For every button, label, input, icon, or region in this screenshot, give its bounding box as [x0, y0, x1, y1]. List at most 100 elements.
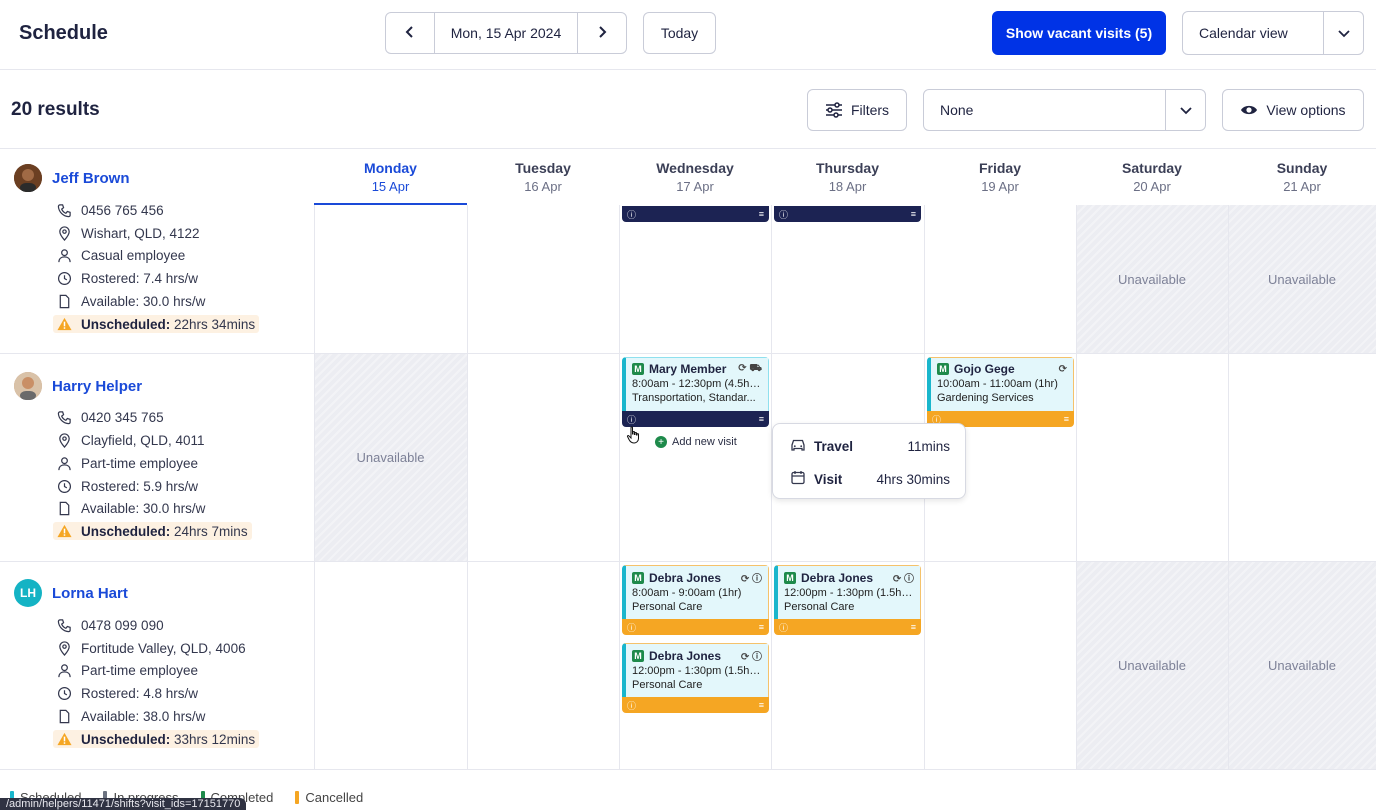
helper-row-jeff-brown: Jeff Brown 0456 765 456 Wishart, QLD, 41… [0, 149, 314, 353]
filters-button[interactable]: Filters [807, 89, 907, 131]
calendar-view-value: Calendar view [1199, 25, 1288, 41]
visit-service: Transportation, Standar... [632, 392, 756, 404]
warning-icon [56, 523, 72, 539]
unavailable-cell: Unavailable [1228, 561, 1376, 769]
warning-icon [56, 316, 72, 332]
visit-time: 10:00am - 11:00am (1hr) [937, 378, 1058, 390]
member-badge: M [784, 571, 796, 584]
phone-row: 0456 765 456 [56, 202, 164, 218]
day-name: Friday [978, 160, 1021, 176]
visit-time: 12:00pm - 1:30pm (1.5hrs) [784, 587, 914, 599]
day-name: Saturday [1122, 160, 1182, 176]
phone-number: 0420 345 765 [81, 409, 164, 425]
visit-service: Gardening Services [937, 392, 1034, 404]
info-icon: ⓘ [779, 209, 789, 220]
clock-icon [56, 685, 72, 701]
phone-icon [56, 617, 72, 633]
unscheduled-row: Unscheduled: 33hrs 12mins [53, 730, 260, 748]
employment-row: Part-time employee [56, 662, 198, 678]
avatar[interactable] [14, 372, 42, 400]
unavailable-cell: Unavailable [1076, 205, 1228, 353]
day-date: 16 Apr [524, 179, 562, 194]
next-week-button[interactable] [577, 13, 626, 53]
user-icon [56, 247, 72, 263]
phone-row: 0420 345 765 [56, 409, 164, 425]
day-header-wednesday[interactable]: Wednesday 17 Apr [619, 149, 771, 205]
helper-name-link[interactable]: Lorna Hart [52, 585, 128, 602]
repeat-icon: ⟳ [1058, 363, 1067, 375]
info-icon: ⓘ [779, 622, 789, 633]
member-badge: M [632, 363, 644, 375]
today-button[interactable]: Today [643, 12, 716, 54]
document-icon [56, 708, 72, 724]
helper-row-harry-helper: Harry Helper 0420 345 765 Clayfield, QLD… [0, 353, 314, 561]
unavailable-cell: Unavailable [314, 353, 467, 561]
visit-row: Visit 4hrs 30mins [790, 470, 950, 488]
visit-card-footer: ⓘ ≡ [774, 619, 921, 635]
visit-card[interactable]: M Debra Jones ⟳ ⓘ 12:00pm - 1:30pm (1.5hrs… [774, 565, 921, 635]
visit-card-footer[interactable]: ⓘ ≡ [774, 206, 921, 222]
group-by-select[interactable]: None [923, 89, 1206, 131]
day-header-thursday[interactable]: Thursday 18 Apr [771, 149, 924, 205]
calendar-icon [790, 470, 806, 488]
grid-line [467, 205, 468, 769]
previous-week-button[interactable] [386, 13, 435, 53]
visit-card[interactable]: M Mary Member ⟳ ⛟ 8:00am - 12:30pm (4.5hrs… [622, 357, 769, 427]
grid-line [1076, 205, 1077, 769]
day-date: 17 Apr [676, 179, 714, 194]
unscheduled-value: 22hrs 34mins [174, 316, 256, 332]
legend-swatch [295, 790, 300, 804]
visit-card[interactable]: M Debra Jones ⟳ ⓘ 8:00am - 9:00am (1hr) Pe… [622, 565, 769, 635]
day-date: 18 Apr [828, 179, 867, 194]
helper-row-lorna-hart: LH Lorna Hart 0478 099 090 Fortitude Val… [0, 561, 314, 769]
location-row: Wishart, QLD, 4122 [56, 225, 200, 241]
unavailable-cell: Unavailable [1076, 561, 1228, 769]
visit-label: Visit [814, 471, 843, 487]
car-icon [790, 438, 806, 455]
calendar-view-select[interactable]: Calendar view [1182, 11, 1364, 55]
grid-line [314, 205, 315, 769]
visit-client: Mary Member [649, 362, 727, 376]
employment-row: Part-time employee [56, 455, 198, 471]
day-header-tuesday[interactable]: Tuesday 16 Apr [467, 149, 619, 205]
day-header-saturday[interactable]: Saturday 20 Apr [1076, 149, 1228, 205]
user-icon [56, 662, 72, 678]
visit-service: Personal Care [784, 601, 855, 613]
unscheduled-label: Unscheduled: [81, 731, 171, 747]
available-hours: Available: 38.0 hrs/w [81, 708, 206, 724]
visit-card[interactable]: M Debra Jones ⟳ ⓘ 12:00pm - 1:30pm (1.5hrs… [622, 643, 769, 713]
helper-name-link[interactable]: Harry Helper [52, 378, 142, 395]
clock-icon [56, 270, 72, 286]
chevron-down-icon [1323, 12, 1363, 54]
visit-card-footer: ⓘ ≡ [622, 697, 769, 713]
helper-name-link[interactable]: Jeff Brown [52, 170, 130, 187]
chevron-left-icon [403, 23, 417, 44]
day-header-monday[interactable]: Monday 15 Apr [314, 149, 467, 205]
travel-value: 11mins [907, 439, 950, 454]
day-date: 21 Apr [1283, 179, 1321, 194]
rostered-row: Rostered: 7.4 hrs/w [56, 270, 198, 286]
visit-card[interactable]: M Gojo Gege ⟳ 10:00am - 11:00am (1hr) Gard… [927, 357, 1074, 427]
location-text: Clayfield, QLD, 4011 [81, 432, 205, 448]
visit-service: Personal Care [632, 601, 703, 613]
visit-service: Personal Care [632, 679, 703, 691]
visit-card-footer[interactable]: ⓘ ≡ [622, 206, 769, 222]
location-row: Clayfield, QLD, 4011 [56, 432, 205, 448]
location-pin-icon [56, 225, 72, 241]
rostered-hours: Rostered: 5.9 hrs/w [81, 478, 199, 494]
unscheduled-label: Unscheduled: [81, 316, 171, 332]
location-text: Wishart, QLD, 4122 [81, 225, 200, 241]
avatar[interactable]: LH [14, 579, 42, 607]
employment-row: Casual employee [56, 247, 185, 263]
avatar[interactable] [14, 164, 42, 192]
view-options-button[interactable]: View options [1222, 89, 1364, 131]
add-new-visit-button[interactable]: + Add new visit [655, 436, 737, 448]
show-vacant-visits-button[interactable]: Show vacant visits (5) [992, 11, 1166, 55]
menu-icon: ≡ [910, 622, 916, 632]
current-date[interactable]: Mon, 15 Apr 2024 [435, 13, 577, 53]
visit-duration-tooltip: Travel 11mins Visit 4hrs 30mins [772, 423, 966, 499]
rostered-row: Rostered: 5.9 hrs/w [56, 478, 198, 494]
day-header-friday[interactable]: Friday 19 Apr [924, 149, 1076, 205]
day-header-sunday[interactable]: Sunday 21 Apr [1228, 149, 1376, 205]
day-date: 15 Apr [371, 179, 410, 194]
